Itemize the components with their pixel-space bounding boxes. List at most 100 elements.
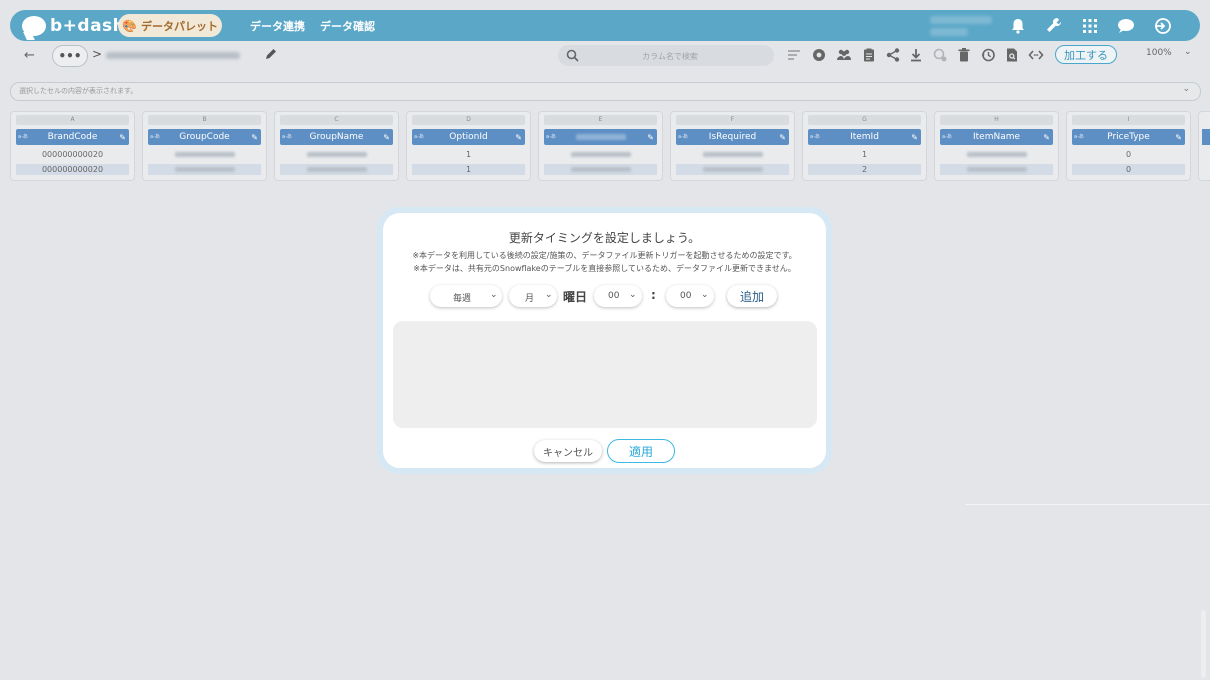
grid-cell[interactable]: 1 (412, 149, 525, 160)
grid-column[interactable]: Ia-あ PriceType ✎ 0 0 (1066, 111, 1191, 181)
logout-icon[interactable] (1152, 16, 1172, 36)
download-icon[interactable] (908, 47, 924, 63)
grid-cell[interactable] (676, 149, 789, 160)
weekday-select[interactable]: 月 ⌄ (509, 285, 557, 307)
column-edit-pencil-icon[interactable]: ✎ (1175, 130, 1182, 146)
add-button[interactable]: 追加 (727, 285, 777, 307)
column-letter[interactable]: G (808, 115, 921, 125)
minute-select[interactable]: 00 ⌄ (666, 285, 714, 307)
zoom-value[interactable]: 100% (1146, 48, 1172, 58)
users-icon[interactable] (836, 47, 852, 63)
filter-list-icon[interactable] (786, 47, 802, 63)
grid-cell[interactable] (148, 149, 261, 160)
grid-cell[interactable]: 0 (1072, 164, 1185, 175)
modal-note-snowflake: ※本データは、共有元のSnowflakeのテーブルを直接参照しているため、データ… (413, 264, 796, 273)
grid-cell[interactable] (544, 149, 657, 160)
grid-cell[interactable]: 000000000020 (16, 149, 129, 160)
more-button[interactable]: ••• (52, 45, 88, 67)
frequency-select[interactable]: 毎週 ⌄ (430, 285, 502, 307)
logo-text: b+dash (50, 16, 126, 36)
column-header[interactable]: a-あ ItemName ✎ (940, 129, 1053, 145)
apply-button[interactable]: 適用 (607, 439, 675, 463)
column-header[interactable]: a-あ OptionId ✎ (412, 129, 525, 145)
palette-icon: 🎨 (122, 18, 137, 33)
nav-data-integration[interactable]: データ連携 (250, 18, 305, 34)
column-header[interactable]: a-あ ✎ (544, 129, 657, 145)
column-letter[interactable]: H (940, 115, 1053, 125)
process-button[interactable]: 加工する (1055, 45, 1117, 64)
grid-column[interactable]: Ga-あ ItemId ✎ 1 2 (802, 111, 927, 181)
hour-chevron-down-icon: ⌄ (629, 290, 637, 300)
nav-data-check[interactable]: データ確認 (320, 18, 375, 34)
history-icon[interactable] (980, 47, 996, 63)
hour-select[interactable]: 00 ⌄ (594, 285, 642, 307)
column-edit-pencil-icon[interactable]: ✎ (251, 130, 258, 146)
column-type-tag: a-あ (546, 134, 556, 140)
edit-title-pencil-icon[interactable] (264, 47, 278, 61)
column-letter[interactable]: C (280, 115, 393, 125)
wrench-icon[interactable] (1044, 16, 1064, 36)
column-header[interactable]: a-あ GroupName ✎ (280, 129, 393, 145)
nav-data-palette[interactable]: 🎨 データパレット (118, 14, 222, 37)
trash-icon[interactable] (956, 47, 972, 63)
column-name: BrandCode (47, 132, 98, 142)
column-edit-pencil-icon[interactable]: ✎ (911, 130, 918, 146)
column-search[interactable] (558, 45, 774, 66)
code-icon[interactable] (1028, 47, 1044, 63)
grid-column[interactable]: Ca-あ GroupName ✎ (274, 111, 399, 181)
column-edit-pencil-icon[interactable]: ✎ (1043, 130, 1050, 146)
column-edit-pencil-icon[interactable]: ✎ (647, 130, 654, 146)
column-search-input[interactable] (588, 47, 752, 65)
column-type-tag: a-あ (150, 134, 160, 140)
column-header[interactable]: a-あ ItemId ✎ (808, 129, 921, 145)
grid-cell[interactable]: 0 (1072, 149, 1185, 160)
grid-cell[interactable]: 1 (412, 164, 525, 175)
settings-icon[interactable] (811, 47, 827, 63)
column-edit-pencil-icon[interactable]: ✎ (515, 130, 522, 146)
column-letter[interactable]: A (16, 115, 129, 125)
column-header[interactable]: a-あ BrandCode ✎ (16, 129, 129, 145)
grid-cell[interactable] (544, 164, 657, 175)
cell-content-bar[interactable]: 選択したセルの内容が表示されます。 ⌄ (10, 82, 1201, 101)
grid-column[interactable]: Ha-あ ItemName ✎ (934, 111, 1059, 181)
file-search-icon[interactable] (1004, 47, 1020, 63)
grid-cell[interactable]: 2 (808, 164, 921, 175)
support-chat-icon[interactable] (1116, 16, 1136, 36)
grid-cell[interactable] (940, 149, 1053, 160)
grid-cell[interactable] (676, 164, 789, 175)
grid-cell[interactable] (280, 149, 393, 160)
more-dots-icon: ••• (58, 49, 82, 63)
grid-column[interactable]: Da-あ OptionId ✎ 1 1 (406, 111, 531, 181)
grid-cell[interactable] (148, 164, 261, 175)
apps-grid-icon[interactable] (1080, 16, 1100, 36)
column-name: OptionId (449, 132, 488, 142)
cell-bar-chevron-down-icon[interactable]: ⌄ (1182, 84, 1190, 94)
grid-column[interactable]: Ea-あ ✎ (538, 111, 663, 181)
clipboard-icon[interactable] (861, 47, 877, 63)
bell-icon[interactable] (1008, 16, 1028, 36)
column-letter[interactable]: D (412, 115, 525, 125)
column-edit-pencil-icon[interactable]: ✎ (383, 130, 390, 146)
vertical-scrollbar[interactable] (1201, 610, 1206, 678)
cancel-button[interactable]: キャンセル (534, 440, 602, 462)
grid-cell[interactable] (280, 164, 393, 175)
grid-cell[interactable] (940, 164, 1053, 175)
column-header[interactable]: a-あ PriceType ✎ (1072, 129, 1185, 145)
logo[interactable]: b+dash (22, 14, 125, 38)
grid-column[interactable]: Fa-あ IsRequired ✎ (670, 111, 795, 181)
column-edit-pencil-icon[interactable]: ✎ (119, 130, 126, 146)
back-arrow-icon[interactable]: ← (24, 48, 35, 63)
column-letter[interactable]: B (148, 115, 261, 125)
grid-column[interactable]: Aa-あ BrandCode ✎ 000000000020 000000000020 (10, 111, 135, 181)
grid-cell[interactable]: 1 (808, 149, 921, 160)
column-letter[interactable]: F (676, 115, 789, 125)
column-header[interactable]: a-あ IsRequired ✎ (676, 129, 789, 145)
zoom-chevron-down-icon[interactable]: ⌄ (1184, 47, 1192, 57)
column-letter[interactable]: I (1072, 115, 1185, 125)
grid-cell[interactable]: 000000000020 (16, 164, 129, 175)
column-letter[interactable]: E (544, 115, 657, 125)
share-icon[interactable] (885, 47, 901, 63)
column-edit-pencil-icon[interactable]: ✎ (779, 130, 786, 146)
grid-column[interactable]: Ba-あ GroupCode ✎ (142, 111, 267, 181)
column-header[interactable]: a-あ GroupCode ✎ (148, 129, 261, 145)
